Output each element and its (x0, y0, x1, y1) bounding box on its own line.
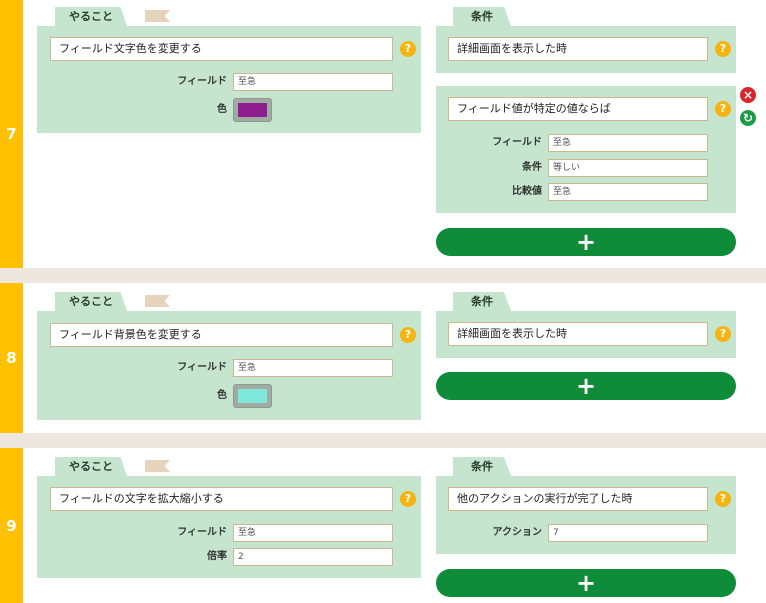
condition-label: 条件 (522, 162, 542, 173)
condition-select[interactable]: 詳細画面を表示した時 (448, 322, 708, 346)
rule-9: 9 やること フィールドの文字を拡大縮小する ? フィールド 至急 倍率 2 条… (0, 448, 766, 603)
condition-panel: フィールド値が特定の値ならば ? フィールド 至急 条件 等しい 比較値 至急 (436, 86, 736, 213)
field-label: フィールド (177, 76, 227, 87)
action-select[interactable]: フィールドの文字を拡大縮小する (50, 487, 393, 511)
tab-actions[interactable]: やること (55, 457, 127, 476)
action-panel: フィールドの文字を拡大縮小する ? フィールド 至急 倍率 2 (37, 476, 421, 578)
condition-input[interactable]: 等しい (548, 159, 708, 177)
condition-select[interactable]: 詳細画面を表示した時 (448, 37, 708, 61)
action-ref-label: アクション (492, 527, 543, 538)
rule-8: 8 やること フィールド背景色を変更する ? フィールド 至急 色 条件 詳細画… (0, 283, 766, 433)
color-swatch (238, 103, 267, 117)
compare-value-input[interactable]: 至急 (548, 183, 708, 201)
tab-actions[interactable]: やること (55, 292, 127, 311)
condition-select[interactable]: 他のアクションの実行が完了した時 (448, 487, 708, 511)
field-input[interactable]: 至急 (233, 73, 393, 91)
question-circle-icon[interactable]: ? (715, 101, 731, 117)
color-picker[interactable] (233, 98, 272, 122)
tab-conditions[interactable]: 条件 (453, 457, 511, 476)
field-input[interactable]: 至急 (548, 134, 708, 152)
action-ref-input[interactable]: 7 (548, 524, 708, 542)
color-picker[interactable] (233, 384, 272, 408)
color-label: 色 (217, 104, 227, 115)
rule-number: 8 (0, 283, 23, 433)
condition-panel: 詳細画面を表示した時 ? (436, 311, 736, 358)
tab-conditions[interactable]: 条件 (453, 292, 511, 311)
color-swatch (238, 389, 267, 403)
rule-separator (0, 268, 766, 283)
action-panel: フィールド文字色を変更する ? フィールド 至急 色 (37, 26, 421, 133)
compare-value-label: 比較値 (512, 186, 542, 197)
condition-select[interactable]: フィールド値が特定の値ならば (448, 97, 708, 121)
add-condition-button[interactable]: + (436, 228, 736, 256)
tab-actions[interactable]: やること (55, 7, 127, 26)
condition-panel: 他のアクションの実行が完了した時 ? アクション 7 (436, 476, 736, 554)
action-select[interactable]: フィールド背景色を変更する (50, 323, 393, 347)
flag-ribbon-icon (145, 295, 170, 307)
question-circle-icon[interactable]: ? (715, 41, 731, 57)
field-label: フィールド (492, 137, 542, 148)
field-input[interactable]: 至急 (233, 359, 393, 377)
add-condition-button[interactable]: + (436, 372, 736, 400)
flag-ribbon-icon (145, 10, 170, 22)
field-label: フィールド (177, 362, 227, 373)
question-circle-icon[interactable]: ? (715, 326, 731, 342)
action-select[interactable]: フィールド文字色を変更する (50, 37, 393, 61)
question-circle-icon[interactable]: ? (400, 491, 416, 507)
rule-number: 7 (0, 0, 23, 268)
scale-input[interactable]: 2 (233, 548, 393, 566)
question-circle-icon[interactable]: ? (715, 491, 731, 507)
close-circle-icon[interactable]: × (740, 87, 756, 103)
tab-conditions[interactable]: 条件 (453, 7, 511, 26)
scale-label: 倍率 (207, 551, 227, 562)
field-label: フィールド (177, 527, 227, 538)
question-circle-icon[interactable]: ? (400, 41, 416, 57)
rule-number: 9 (0, 448, 23, 603)
flag-ribbon-icon (145, 460, 170, 472)
color-label: 色 (217, 390, 227, 401)
question-circle-icon[interactable]: ? (400, 327, 416, 343)
field-input[interactable]: 至急 (233, 524, 393, 542)
rule-7: 7 やること フィールド文字色を変更する ? フィールド 至急 色 条件 詳細画… (0, 0, 766, 268)
condition-panel: 詳細画面を表示した時 ? (436, 26, 736, 73)
refresh-icon[interactable]: ↻ (740, 110, 756, 126)
action-panel: フィールド背景色を変更する ? フィールド 至急 色 (37, 311, 421, 420)
add-condition-button[interactable]: + (436, 569, 736, 597)
rule-separator (0, 433, 766, 448)
